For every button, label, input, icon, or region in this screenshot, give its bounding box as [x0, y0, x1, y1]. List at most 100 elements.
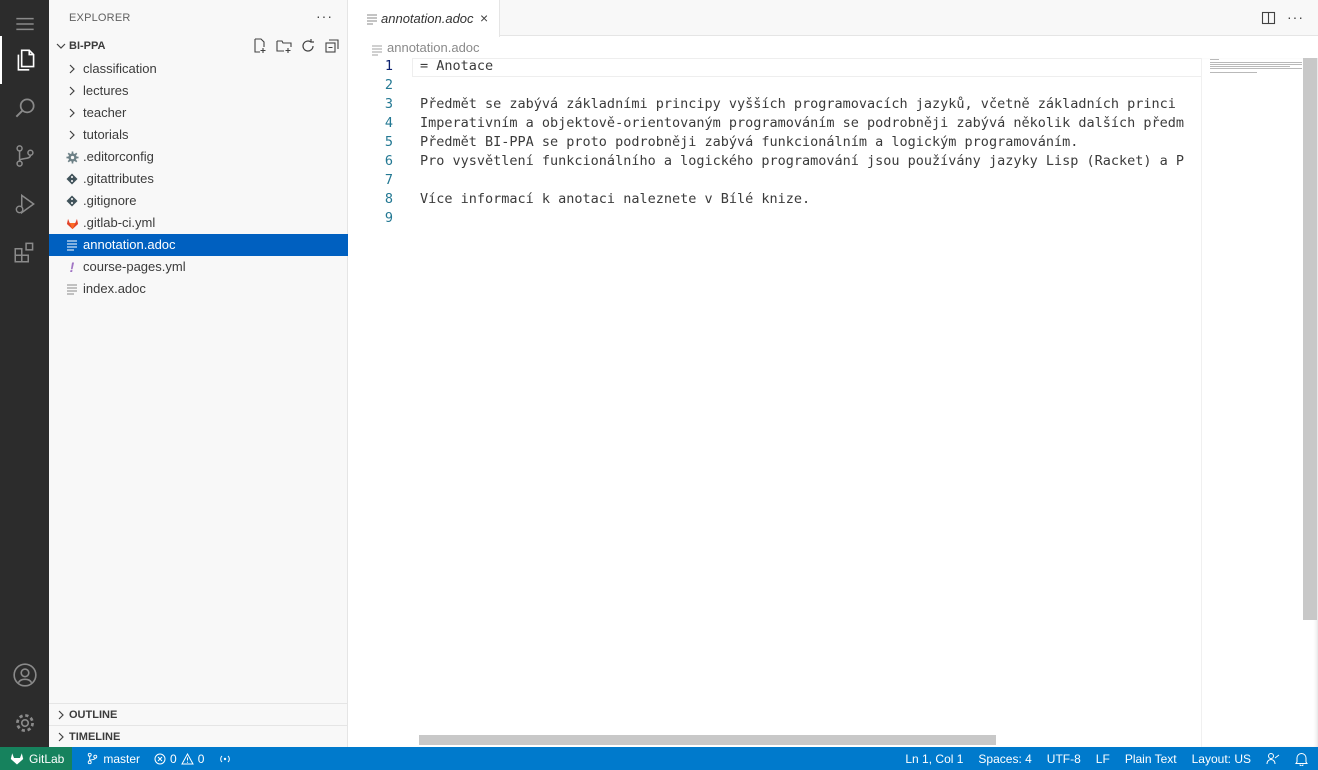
lines-icon [65, 282, 79, 296]
chevron-right-icon [55, 709, 67, 724]
tree-item-annotation-adoc[interactable]: annotation.adoc [49, 234, 348, 256]
file-tree: classification lectures teacher tutorial… [49, 58, 348, 300]
more-actions-icon[interactable]: ··· [316, 8, 333, 24]
warning-count: 0 [197, 751, 205, 766]
tree-item-index-adoc[interactable]: index.adoc [49, 278, 348, 300]
line-number: 4 [384, 115, 393, 131]
folder-header[interactable]: BI-PPA [49, 36, 348, 58]
code-line: 6 Pro vysvětlení funkcionálního a logické… [349, 153, 1201, 172]
explorer-sidebar: EXPLORER ··· BI-PPA classification lectu… [49, 0, 348, 747]
chevron-right-icon [65, 84, 79, 98]
code-line: 3 Předmět se zabývá základními principy v… [349, 96, 1201, 115]
outline-section[interactable]: OUTLINE [49, 703, 348, 725]
new-folder-icon[interactable] [276, 38, 292, 54]
exclamation-icon: ! [69, 259, 75, 275]
vertical-scrollbar[interactable] [1303, 58, 1317, 620]
collapse-all-icon[interactable] [324, 38, 340, 54]
tree-item-label: .gitlab-ci.yml [83, 215, 156, 230]
tree-item-course-pages[interactable]: ! course-pages.yml [49, 256, 348, 278]
lines-icon [65, 238, 79, 252]
more-actions-icon[interactable]: ··· [1287, 10, 1304, 29]
timeline-label: TIMELINE [69, 731, 121, 743]
git-icon [65, 194, 79, 208]
tree-item-tutorials[interactable]: tutorials [49, 124, 348, 146]
tree-item-label: .gitattributes [83, 171, 154, 186]
gitlab-icon [10, 753, 24, 765]
line-number: 1 [384, 58, 393, 74]
branch-status[interactable]: master [86, 752, 140, 766]
tree-item-lectures[interactable]: lectures [49, 80, 348, 102]
close-icon[interactable]: × [480, 10, 488, 26]
line-text: Předmět BI-PPA se proto podrobněji zabýv… [420, 134, 1079, 150]
minimap-line [1210, 62, 1302, 63]
feedback-icon[interactable] [1266, 752, 1280, 766]
problems-status[interactable]: 0 0 [154, 752, 204, 766]
language-mode[interactable]: Plain Text [1125, 752, 1177, 766]
code-line: 5 Předmět BI-PPA se proto podrobněji zabý… [349, 134, 1201, 153]
line-text: Předmět se zabývá základními principy vy… [420, 96, 1176, 112]
chevron-right-icon [65, 128, 79, 142]
tree-item-label: lectures [83, 83, 129, 98]
line-number: 3 [384, 96, 393, 112]
notifications-bell-icon[interactable] [1295, 752, 1308, 766]
gear-icon [65, 150, 79, 164]
indentation[interactable]: Spaces: 4 [978, 752, 1031, 766]
code-line: 7 [349, 172, 1201, 191]
tree-item-gitignore[interactable]: .gitignore [49, 190, 348, 212]
line-number: 5 [384, 134, 393, 150]
code-line: 4 Imperativním a objektově-orientovaným p… [349, 115, 1201, 134]
settings-gear-icon[interactable] [0, 699, 49, 747]
code-editor[interactable]: 1 = Anotace 2 3 Předmět se zabývá základní… [349, 58, 1201, 747]
tree-item-gitlab-ci[interactable]: .gitlab-ci.yml [49, 212, 348, 234]
tree-item-classification[interactable]: classification [49, 58, 348, 80]
new-file-icon[interactable] [252, 38, 268, 54]
split-editor-icon[interactable] [1261, 10, 1277, 29]
search-icon[interactable] [0, 84, 49, 132]
error-icon [154, 753, 166, 764]
tree-item-teacher[interactable]: teacher [49, 102, 348, 124]
folder-name: BI-PPA [69, 40, 106, 52]
line-number: 6 [384, 153, 393, 169]
tree-item-editorconfig[interactable]: .editorconfig [49, 146, 348, 168]
end-of-line[interactable]: LF [1096, 752, 1110, 766]
code-line: 1 = Anotace [349, 58, 1201, 77]
horizontal-scrollbar[interactable] [419, 735, 996, 745]
chevron-right-icon [65, 106, 79, 120]
gitlab-status[interactable]: GitLab [0, 747, 73, 770]
tab-annotation-adoc[interactable]: annotation.adoc × [349, 0, 500, 37]
branch-label: master [103, 751, 141, 766]
broadcast-status[interactable] [218, 753, 232, 765]
tree-item-label: tutorials [83, 127, 129, 142]
outline-label: OUTLINE [69, 709, 118, 721]
chevron-down-icon [55, 40, 67, 55]
line-text: Imperativním a objektově-orientovaným pr… [420, 115, 1185, 131]
code-line: 8 Více informací k anotaci naleznete v Bí… [349, 191, 1201, 210]
tree-item-label: teacher [83, 105, 127, 120]
timeline-section[interactable]: TIMELINE [49, 725, 348, 747]
breadcrumb-file: annotation.adoc [387, 40, 480, 55]
extensions-icon[interactable] [0, 228, 49, 276]
explorer-icon[interactable] [0, 36, 49, 84]
encoding[interactable]: UTF-8 [1047, 752, 1081, 766]
lines-icon [367, 13, 377, 28]
line-text: Pro vysvětlení funkcionálního a logickéh… [420, 153, 1185, 169]
cursor-position[interactable]: Ln 1, Col 1 [905, 752, 963, 766]
minimap-line [1210, 59, 1219, 60]
chevron-right-icon [55, 731, 67, 746]
line-number: 7 [384, 172, 393, 188]
tab-bar: annotation.adoc × ··· [349, 0, 1318, 37]
code-line: 2 [349, 77, 1201, 96]
run-debug-icon[interactable] [0, 180, 49, 228]
branch-icon [88, 752, 98, 765]
keyboard-layout[interactable]: Layout: US [1192, 752, 1251, 766]
line-number: 8 [384, 191, 393, 207]
minimap-line [1210, 64, 1302, 65]
source-control-icon[interactable] [0, 132, 49, 180]
git-icon [65, 172, 79, 186]
account-icon[interactable] [0, 651, 49, 699]
chevron-right-icon [65, 62, 79, 76]
refresh-icon[interactable] [300, 38, 316, 54]
tree-item-gitattributes[interactable]: .gitattributes [49, 168, 348, 190]
lines-icon [372, 44, 382, 59]
minimap[interactable] [1201, 58, 1318, 747]
